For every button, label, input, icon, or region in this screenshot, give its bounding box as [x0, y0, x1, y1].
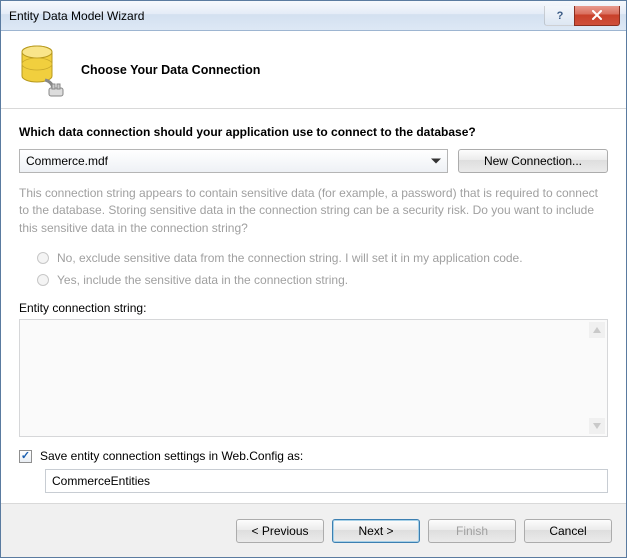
finish-button: Finish: [428, 519, 516, 543]
titlebar: Entity Data Model Wizard ?: [1, 1, 626, 31]
radio-icon: [37, 252, 49, 264]
next-button[interactable]: Next >: [332, 519, 420, 543]
wizard-header: Choose Your Data Connection: [1, 31, 626, 109]
next-label: Next >: [358, 524, 393, 538]
connection-combobox-value: Commerce.mdf: [26, 154, 108, 168]
step-title: Choose Your Data Connection: [81, 63, 260, 77]
previous-label: < Previous: [251, 524, 308, 538]
scrollbar[interactable]: [589, 322, 605, 434]
connection-row: Commerce.mdf New Connection...: [19, 149, 608, 173]
svg-text:?: ?: [556, 10, 563, 21]
connection-combobox[interactable]: Commerce.mdf: [19, 149, 448, 173]
radio-include-sensitive: Yes, include the sensitive data in the c…: [37, 273, 608, 287]
save-settings-checkbox[interactable]: ✓: [19, 450, 32, 463]
cancel-label: Cancel: [549, 524, 586, 538]
save-name-input[interactable]: CommerceEntities: [45, 469, 608, 493]
radio-exclude-label: No, exclude sensitive data from the conn…: [57, 251, 523, 265]
sensitive-warning-text: This connection string appears to contai…: [19, 185, 608, 237]
previous-button[interactable]: < Previous: [236, 519, 324, 543]
conn-string-label: Entity connection string:: [19, 301, 608, 315]
scroll-up-icon[interactable]: [589, 322, 605, 338]
check-icon: ✓: [21, 451, 30, 462]
conn-string-textarea[interactable]: [19, 319, 608, 437]
wizard-footer: < Previous Next > Finish Cancel: [1, 503, 626, 557]
wizard-window: Entity Data Model Wizard ? C: [0, 0, 627, 558]
wizard-content: Which data connection should your applic…: [1, 109, 626, 503]
help-icon: ?: [555, 9, 565, 21]
radio-exclude-sensitive: No, exclude sensitive data from the conn…: [37, 251, 608, 265]
database-icon: [19, 44, 63, 96]
save-name-value: CommerceEntities: [52, 474, 150, 488]
radio-include-label: Yes, include the sensitive data in the c…: [57, 273, 348, 287]
help-button[interactable]: ?: [544, 6, 574, 26]
new-connection-button[interactable]: New Connection...: [458, 149, 608, 173]
chevron-down-icon: [431, 159, 441, 164]
save-settings-label: Save entity connection settings in Web.C…: [40, 449, 303, 463]
scroll-down-icon[interactable]: [589, 418, 605, 434]
new-connection-label: New Connection...: [484, 154, 582, 168]
connection-question: Which data connection should your applic…: [19, 125, 608, 139]
finish-label: Finish: [456, 524, 488, 538]
close-button[interactable]: [574, 6, 620, 26]
cancel-button[interactable]: Cancel: [524, 519, 612, 543]
save-settings-checkbox-row: ✓ Save entity connection settings in Web…: [19, 449, 608, 463]
radio-icon: [37, 274, 49, 286]
close-icon: [591, 10, 603, 20]
window-title: Entity Data Model Wizard: [9, 9, 544, 23]
